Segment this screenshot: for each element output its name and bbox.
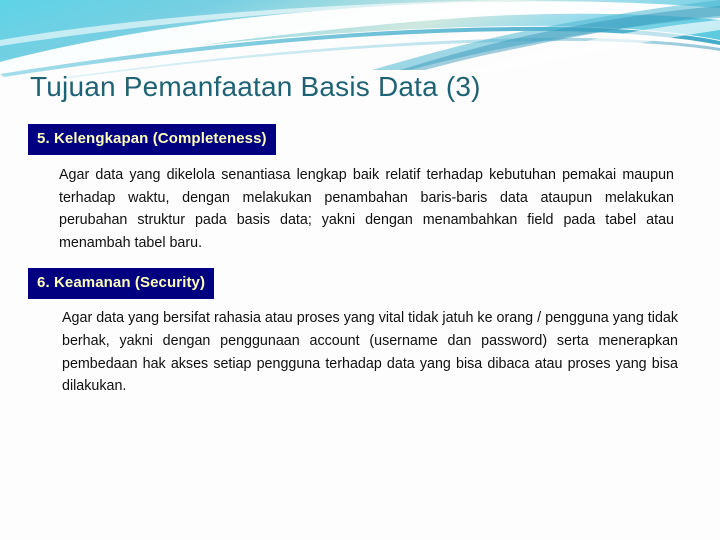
section-heading-security: 6. Keamanan (Security) [28, 268, 215, 300]
section-security: 6. Keamanan (Security) Agar data yang be… [0, 268, 720, 397]
section-heading-completeness: 5. Kelengkapan (Completeness) [28, 124, 276, 155]
slide-content: 5. Kelengkapan (Completeness) Agar data … [0, 124, 720, 398]
presentation-slide: Tujuan Pemanfaatan Basis Data (3) 5. Kel… [0, 0, 720, 540]
section-body-completeness: Agar data yang dikelola senantiasa lengk… [59, 167, 674, 251]
teal-swoosh-banner [0, 0, 720, 78]
section-completeness: 5. Kelengkapan (Completeness) Agar data … [0, 124, 720, 254]
section-body-security: Agar data yang bersifat rahasia atau pro… [62, 310, 678, 395]
page-title: Tujuan Pemanfaatan Basis Data (3) [30, 71, 481, 102]
